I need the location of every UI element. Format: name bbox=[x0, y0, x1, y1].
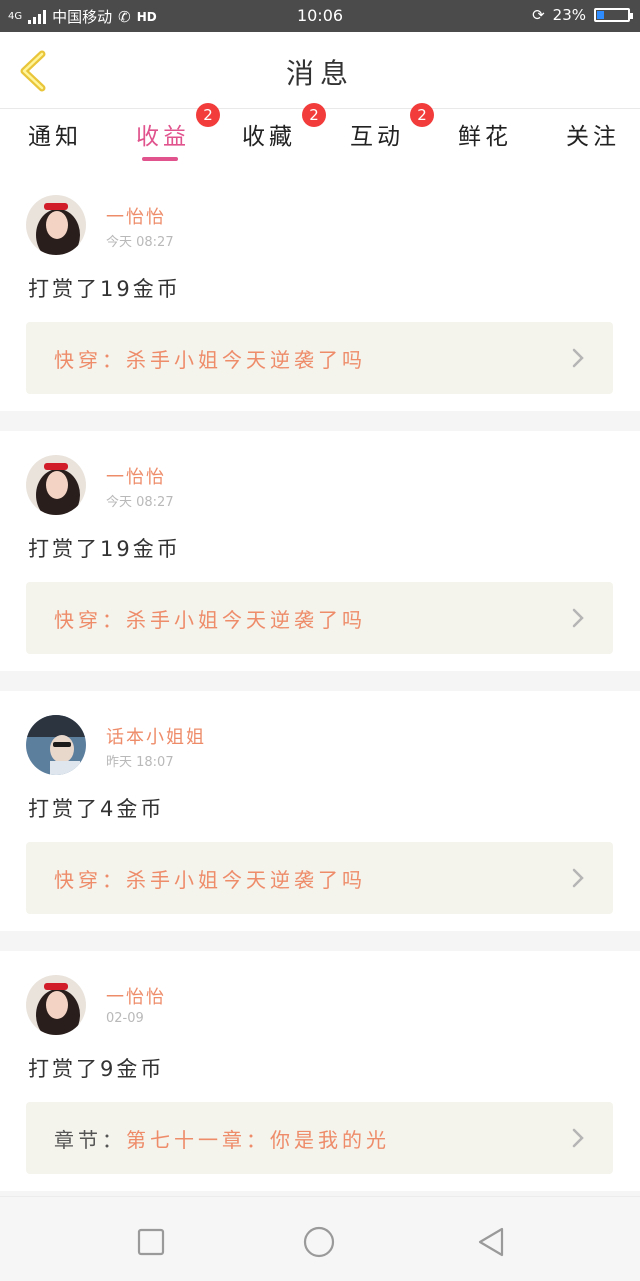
message-time: 昨天 18:07 bbox=[106, 755, 174, 770]
avatar[interactable] bbox=[26, 975, 86, 1035]
book-link[interactable]: 快穿：杀手小姐今天逆袭了吗 bbox=[26, 842, 613, 914]
active-tab-indicator bbox=[142, 157, 178, 161]
book-title: 杀手小姐今天逆袭了吗 bbox=[126, 348, 366, 372]
sender-name[interactable]: 一怡怡 bbox=[106, 983, 166, 1009]
tab-label: 关注 bbox=[566, 124, 620, 150]
book-link-text: 快穿：杀手小姐今天逆袭了吗 bbox=[54, 864, 366, 893]
square-icon[interactable] bbox=[134, 1225, 168, 1259]
book-title: 杀手小姐今天逆袭了吗 bbox=[126, 868, 366, 892]
chevron-right-icon bbox=[572, 1128, 584, 1148]
sender-name[interactable]: 一怡怡 bbox=[106, 463, 166, 489]
link-prefix: 快穿： bbox=[54, 868, 126, 892]
tab-label: 互动 bbox=[350, 124, 404, 150]
chapter-title: 第七十一章：你是我的光 bbox=[126, 1128, 390, 1152]
tab-earnings[interactable]: 收益 2 bbox=[136, 103, 220, 151]
avatar[interactable] bbox=[26, 195, 86, 255]
message-card: 一怡怡 今天 08:27 打赏了19金币 快穿：杀手小姐今天逆袭了吗 bbox=[0, 171, 640, 411]
message-card: 一怡怡 02-09 打赏了9金币 章节：第七十一章：你是我的光 bbox=[0, 951, 640, 1191]
tab-bar: 通知 收益 2 收藏 2 互动 2 鲜花 关注 bbox=[0, 103, 640, 171]
message-time: 今天 08:27 bbox=[106, 495, 174, 510]
circle-icon[interactable] bbox=[302, 1225, 336, 1259]
link-prefix: 快穿： bbox=[54, 608, 126, 632]
status-bar: 4G 中国移动 ✆ HD 10:06 ⟳ 23% bbox=[0, 0, 640, 32]
chevron-right-icon bbox=[572, 348, 584, 368]
message-text: 打赏了19金币 bbox=[28, 537, 181, 561]
tab-label: 通知 bbox=[28, 124, 82, 150]
link-prefix: 章节： bbox=[54, 1128, 126, 1152]
message-list: 一怡怡 今天 08:27 打赏了19金币 快穿：杀手小姐今天逆袭了吗 一怡怡 今… bbox=[0, 171, 640, 1211]
tab-following[interactable]: 关注 bbox=[566, 117, 620, 151]
tab-label: 鲜花 bbox=[458, 124, 512, 150]
unread-badge: 2 bbox=[196, 103, 220, 127]
unread-badge: 2 bbox=[410, 103, 434, 127]
avatar[interactable] bbox=[26, 455, 86, 515]
tab-notifications[interactable]: 通知 bbox=[28, 117, 82, 151]
tab-label: 收益 bbox=[136, 124, 190, 150]
link-prefix: 快穿： bbox=[54, 348, 126, 372]
header: 消息 bbox=[0, 32, 640, 109]
battery-icon bbox=[594, 8, 633, 22]
triangle-back-icon[interactable] bbox=[474, 1225, 508, 1259]
book-link-text: 快穿：杀手小姐今天逆袭了吗 bbox=[54, 604, 366, 633]
message-text: 打赏了4金币 bbox=[28, 797, 165, 821]
message-text: 打赏了9金币 bbox=[28, 1057, 165, 1081]
chapter-link[interactable]: 章节：第七十一章：你是我的光 bbox=[26, 1102, 613, 1174]
tab-flowers[interactable]: 鲜花 bbox=[458, 117, 512, 151]
page-title: 消息 bbox=[285, 57, 354, 90]
system-nav-bar bbox=[0, 1196, 640, 1281]
message-time: 今天 08:27 bbox=[106, 235, 174, 250]
tab-favorites[interactable]: 收藏 2 bbox=[242, 103, 326, 151]
book-link[interactable]: 快穿：杀手小姐今天逆袭了吗 bbox=[26, 322, 613, 394]
unread-badge: 2 bbox=[302, 103, 326, 127]
tab-interactions[interactable]: 互动 2 bbox=[350, 103, 434, 151]
tab-label: 收藏 bbox=[242, 124, 296, 150]
book-link[interactable]: 快穿：杀手小姐今天逆袭了吗 bbox=[26, 582, 613, 654]
sender-name[interactable]: 话本小姐姐 bbox=[106, 723, 206, 749]
message-text: 打赏了19金币 bbox=[28, 277, 181, 301]
avatar[interactable] bbox=[26, 715, 86, 775]
chevron-right-icon bbox=[572, 608, 584, 628]
sender-name[interactable]: 一怡怡 bbox=[106, 203, 166, 229]
rotation-lock-icon: ⟳ bbox=[532, 6, 545, 24]
battery-percent: 23% bbox=[552, 6, 586, 24]
book-link-text: 快穿：杀手小姐今天逆袭了吗 bbox=[54, 344, 366, 373]
message-time: 02-09 bbox=[106, 1011, 144, 1026]
chapter-link-text: 章节：第七十一章：你是我的光 bbox=[54, 1124, 390, 1153]
status-right: ⟳ 23% bbox=[532, 6, 633, 24]
message-card: 话本小姐姐 昨天 18:07 打赏了4金币 快穿：杀手小姐今天逆袭了吗 bbox=[0, 691, 640, 931]
book-title: 杀手小姐今天逆袭了吗 bbox=[126, 608, 366, 632]
message-card: 一怡怡 今天 08:27 打赏了19金币 快穿：杀手小姐今天逆袭了吗 bbox=[0, 431, 640, 671]
chevron-right-icon bbox=[572, 868, 584, 888]
